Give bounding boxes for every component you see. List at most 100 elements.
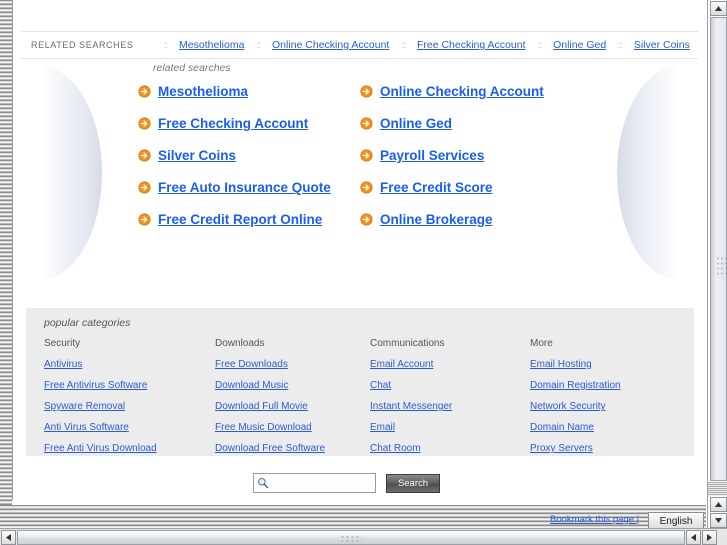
magnifier-icon <box>258 478 269 489</box>
related-search-link-online-ged[interactable]: Online Ged <box>553 39 606 51</box>
related-search-item-free-auto-insurance-quote[interactable]: Free Auto Insurance Quote <box>138 180 360 195</box>
separator-icon: :: <box>401 39 405 51</box>
decorative-semicircle-left <box>40 66 102 280</box>
related-searches-section: related searches Mesothelioma Online Che… <box>138 62 588 227</box>
category-link-anti-virus-software[interactable]: Anti Virus Software <box>44 422 215 433</box>
category-link-download-music[interactable]: Download Music <box>215 380 370 391</box>
related-search-item-free-credit-score[interactable]: Free Credit Score <box>360 180 588 195</box>
triangle-left-icon <box>691 534 696 541</box>
separator-icon: :: <box>256 39 260 51</box>
related-searches-bar-label: RELATED SEARCHES <box>31 40 134 50</box>
related-search-link-online-checking-account[interactable]: Online Checking Account <box>272 39 389 51</box>
category-link-free-anti-virus-download[interactable]: Free Anti Virus Download <box>44 443 215 454</box>
category-link-proxy-servers[interactable]: Proxy Servers <box>530 443 694 454</box>
related-search-biglink-online-ged[interactable]: Online Ged <box>380 116 452 131</box>
category-link-spyware-removal[interactable]: Spyware Removal <box>44 401 215 412</box>
popular-category-column-more: More Email Hosting Domain Registration N… <box>530 338 694 464</box>
vertical-scrollbar[interactable] <box>707 0 727 529</box>
category-link-download-free-software[interactable]: Download Free Software <box>215 443 370 454</box>
related-search-item-online-checking-account[interactable]: Online Checking Account <box>360 84 588 99</box>
triangle-down-icon <box>715 518 722 523</box>
triangle-left-icon <box>6 534 11 541</box>
category-heading-downloads: Downloads <box>215 338 265 349</box>
category-link-download-full-movie[interactable]: Download Full Movie <box>215 401 370 412</box>
related-search-biglink-free-auto-insurance-quote[interactable]: Free Auto Insurance Quote <box>158 180 331 195</box>
bookmark-this-page-link[interactable]: Bookmark this page | <box>550 514 639 525</box>
horizontal-scrollbar[interactable] <box>0 528 727 545</box>
separator-icon: :: <box>537 39 542 51</box>
circle-arrow-right-icon <box>138 117 151 130</box>
category-link-email-account[interactable]: Email Account <box>370 359 530 370</box>
popular-categories-caption: popular categories <box>44 317 131 329</box>
scroll-right-button[interactable] <box>702 530 717 545</box>
related-searches-grid: Mesothelioma Online Checking Account Fre… <box>138 84 588 227</box>
related-search-item-free-checking-account[interactable]: Free Checking Account <box>138 116 360 131</box>
related-search-item-mesothelioma[interactable]: Mesothelioma <box>138 84 360 99</box>
related-search-item-online-brokerage[interactable]: Online Brokerage <box>360 212 588 227</box>
related-search-biglink-free-credit-report-online[interactable]: Free Credit Report Online <box>158 212 322 227</box>
popular-categories-panel: popular categories Security Antivirus Fr… <box>26 308 694 456</box>
related-search-biglink-mesothelioma[interactable]: Mesothelioma <box>158 84 248 99</box>
scroll-left-button[interactable] <box>1 530 16 545</box>
related-search-biglink-online-brokerage[interactable]: Online Brokerage <box>380 212 493 227</box>
related-search-item-free-credit-report-online[interactable]: Free Credit Report Online <box>138 212 360 227</box>
category-heading-communications: Communications <box>370 338 445 349</box>
search-input[interactable] <box>272 476 372 490</box>
related-search-biglink-payroll-services[interactable]: Payroll Services <box>380 148 484 163</box>
category-link-antivirus[interactable]: Antivirus <box>44 359 215 370</box>
search-button[interactable]: Search <box>386 473 440 493</box>
circle-arrow-right-icon <box>360 117 373 130</box>
related-search-link-free-checking-account[interactable]: Free Checking Account <box>417 39 526 51</box>
circle-arrow-right-icon <box>138 181 151 194</box>
category-link-free-downloads[interactable]: Free Downloads <box>215 359 370 370</box>
triangle-up-icon <box>715 502 722 507</box>
separator-icon: :: <box>618 39 622 51</box>
category-link-network-security[interactable]: Network Security <box>530 401 694 412</box>
scrollbar-texture-strip <box>708 482 727 496</box>
decorative-semicircle-right <box>617 66 679 280</box>
category-link-free-music-download[interactable]: Free Music Download <box>215 422 370 433</box>
related-search-link-silver-coins[interactable]: Silver Coins <box>634 39 690 51</box>
category-link-chat-room[interactable]: Chat Room <box>370 443 530 454</box>
related-search-biglink-online-checking-account[interactable]: Online Checking Account <box>380 84 544 99</box>
scroll-up-button[interactable] <box>710 1 727 16</box>
page-content: RELATED SEARCHES :: Mesothelioma :: Onli… <box>13 0 706 505</box>
related-searches-bar-items: :: Mesothelioma :: Online Checking Accou… <box>153 39 692 51</box>
scroll-up-button-secondary[interactable] <box>710 497 727 512</box>
popular-categories-columns: Security Antivirus Free Antivirus Softwa… <box>44 338 694 464</box>
category-link-instant-messenger[interactable]: Instant Messenger <box>370 401 530 412</box>
horizontal-scrollbar-thumb[interactable] <box>17 530 685 545</box>
circle-arrow-right-icon <box>360 85 373 98</box>
related-search-link-mesothelioma[interactable]: Mesothelioma <box>179 39 244 51</box>
category-heading-more: More <box>530 338 553 349</box>
related-searches-caption: related searches <box>153 62 231 74</box>
separator-icon: :: <box>163 39 168 51</box>
category-link-domain-name[interactable]: Domain Name <box>530 422 694 433</box>
category-link-email[interactable]: Email <box>370 422 530 433</box>
triangle-right-icon <box>707 534 712 541</box>
related-search-item-online-ged[interactable]: Online Ged <box>360 116 588 131</box>
category-link-chat[interactable]: Chat <box>370 380 530 391</box>
search-input-wrapper[interactable] <box>253 473 376 493</box>
circle-arrow-right-icon <box>360 149 373 162</box>
category-link-email-hosting[interactable]: Email Hosting <box>530 359 694 370</box>
related-search-biglink-free-checking-account[interactable]: Free Checking Account <box>158 116 308 131</box>
related-searches-bar: RELATED SEARCHES :: Mesothelioma :: Onli… <box>21 31 698 59</box>
scroll-left-button-secondary[interactable] <box>686 530 701 545</box>
related-search-biglink-silver-coins[interactable]: Silver Coins <box>158 148 236 163</box>
vertical-scrollbar-thumb[interactable] <box>710 17 727 481</box>
category-link-free-antivirus-software[interactable]: Free Antivirus Software <box>44 380 215 391</box>
search-form: Search <box>253 473 440 493</box>
related-search-biglink-free-credit-score[interactable]: Free Credit Score <box>380 180 493 195</box>
circle-arrow-right-icon <box>360 181 373 194</box>
popular-category-column-communications: Communications Email Account Chat Instan… <box>370 338 530 464</box>
related-search-item-silver-coins[interactable]: Silver Coins <box>138 148 360 163</box>
category-heading-security: Security <box>44 338 81 349</box>
browser-window: RELATED SEARCHES :: Mesothelioma :: Onli… <box>0 0 727 545</box>
category-link-domain-registration[interactable]: Domain Registration <box>530 380 694 391</box>
left-window-edge-texture <box>0 0 13 500</box>
related-search-item-payroll-services[interactable]: Payroll Services <box>360 148 588 163</box>
scroll-down-button[interactable] <box>710 513 727 528</box>
scrollbar-grip-icon <box>716 256 726 278</box>
popular-category-column-security: Security Antivirus Free Antivirus Softwa… <box>44 338 215 464</box>
